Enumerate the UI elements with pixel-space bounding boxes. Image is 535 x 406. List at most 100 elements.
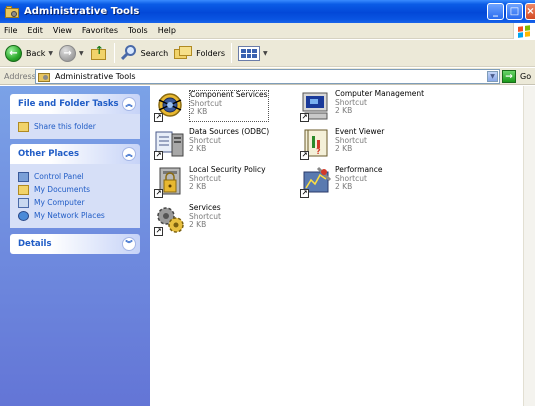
windows-logo-icon bbox=[513, 23, 535, 39]
item-size: 2 KB bbox=[189, 220, 207, 229]
my-computer-icon bbox=[18, 197, 29, 208]
computer-management-icon: ↗ bbox=[300, 90, 332, 122]
forward-arrow-icon: → bbox=[59, 44, 77, 62]
my-documents-icon bbox=[18, 184, 29, 195]
admin-tools-icon bbox=[38, 71, 51, 82]
back-button[interactable]: ← Back ▼ bbox=[2, 42, 56, 65]
forward-dropdown-icon[interactable]: ▼ bbox=[79, 50, 84, 57]
toolbar-separator bbox=[231, 43, 233, 63]
share-folder-label: Share this folder bbox=[34, 122, 96, 131]
up-button[interactable]: ↑ bbox=[87, 42, 111, 65]
share-folder-link[interactable]: Share this folder bbox=[18, 120, 132, 133]
search-button[interactable]: Search bbox=[118, 42, 171, 65]
back-label: Back bbox=[26, 48, 46, 58]
collapse-chevron-icon[interactable]: ︽ bbox=[122, 147, 136, 161]
back-arrow-icon: ← bbox=[5, 44, 22, 62]
search-icon bbox=[120, 45, 137, 61]
details-header[interactable]: Details ︾ bbox=[10, 234, 140, 254]
search-label: Search bbox=[140, 48, 169, 58]
file-folder-tasks-panel: File and Folder Tasks ︽ Share this folde… bbox=[10, 94, 140, 139]
event-viewer-icon: ? ↗ bbox=[300, 128, 332, 160]
shortcut-arrow-icon: ↗ bbox=[300, 113, 309, 122]
views-icon bbox=[238, 45, 261, 61]
other-places-title: Other Places bbox=[18, 149, 79, 159]
go-button[interactable]: → Go bbox=[502, 70, 531, 83]
item-size: 2 KB bbox=[335, 106, 353, 115]
address-dropdown-icon[interactable]: ▼ bbox=[487, 71, 498, 82]
back-dropdown-icon[interactable]: ▼ bbox=[48, 50, 53, 57]
address-label: Address bbox=[4, 71, 36, 81]
menu-edit[interactable]: Edit bbox=[22, 26, 48, 35]
title-bar: Administrative Tools _ □ × bbox=[0, 0, 535, 23]
shortcut-arrow-icon: ↗ bbox=[154, 189, 163, 198]
forward-button[interactable]: → ▼ bbox=[56, 42, 87, 65]
menu-tools[interactable]: Tools bbox=[123, 26, 153, 35]
other-places-header[interactable]: Other Places ︽ bbox=[10, 144, 140, 164]
collapse-chevron-icon[interactable]: ︽ bbox=[122, 97, 136, 111]
my-computer-link[interactable]: My Computer bbox=[18, 196, 132, 209]
details-panel: Details ︾ bbox=[10, 234, 140, 254]
item-event-viewer[interactable]: ? ↗ Event Viewer Shortcut 2 KB bbox=[300, 127, 445, 160]
toolbar-separator bbox=[113, 43, 115, 63]
shortcut-arrow-icon: ↗ bbox=[154, 151, 163, 160]
my-network-places-icon bbox=[18, 210, 29, 221]
menu-help[interactable]: Help bbox=[153, 26, 181, 35]
minimize-button[interactable]: _ bbox=[487, 3, 504, 20]
my-documents-link[interactable]: My Documents bbox=[18, 183, 132, 196]
component-services-icon: ↗ bbox=[154, 90, 186, 122]
my-documents-label: My Documents bbox=[34, 185, 91, 194]
address-value: Administrative Tools bbox=[55, 72, 136, 81]
item-size: 2 KB bbox=[189, 182, 207, 191]
menu-favorites[interactable]: Favorites bbox=[77, 26, 123, 35]
item-size: 2 KB bbox=[335, 182, 353, 191]
expand-chevron-icon[interactable]: ︾ bbox=[122, 237, 136, 251]
shortcut-arrow-icon: ↗ bbox=[300, 151, 309, 160]
control-panel-link[interactable]: Control Panel bbox=[18, 170, 132, 183]
item-data-sources[interactable]: ↗ Data Sources (ODBC) Shortcut 2 KB bbox=[154, 127, 299, 160]
standard-toolbar: ← Back ▼ → ▼ ↑ Search Folders ▼ bbox=[0, 40, 535, 67]
views-button[interactable]: ▼ bbox=[235, 42, 271, 65]
folders-button[interactable]: Folders bbox=[171, 42, 228, 65]
address-bar: Address Administrative Tools ▼ → Go bbox=[0, 68, 535, 85]
data-sources-icon: ↗ bbox=[154, 128, 186, 160]
folder-up-icon: ↑ bbox=[90, 44, 108, 61]
item-services[interactable]: ↗ Services Shortcut 2 KB bbox=[154, 203, 299, 236]
item-component-services[interactable]: ↗ Component Services Shortcut 2 KB bbox=[154, 90, 299, 122]
my-computer-label: My Computer bbox=[34, 198, 85, 207]
window-title: Administrative Tools bbox=[24, 6, 140, 17]
file-folder-tasks-header[interactable]: File and Folder Tasks ︽ bbox=[10, 94, 140, 114]
folders-label: Folders bbox=[196, 48, 226, 58]
details-title: Details bbox=[18, 239, 52, 249]
menu-bar: File Edit View Favorites Tools Help bbox=[0, 23, 535, 39]
admin-tools-icon bbox=[5, 5, 19, 18]
item-computer-management[interactable]: ↗ Computer Management Shortcut 2 KB bbox=[300, 89, 445, 122]
menu-view[interactable]: View bbox=[48, 26, 77, 35]
share-folder-icon bbox=[18, 121, 29, 132]
local-security-policy-icon: ↗ bbox=[154, 166, 186, 198]
performance-icon: ↗ bbox=[300, 166, 332, 198]
item-local-security-policy[interactable]: ↗ Local Security Policy Shortcut 2 KB bbox=[154, 165, 299, 198]
services-icon: ↗ bbox=[154, 204, 186, 236]
shortcut-arrow-icon: ↗ bbox=[154, 113, 163, 122]
item-size: 2 KB bbox=[189, 144, 207, 153]
control-panel-icon bbox=[18, 171, 29, 182]
views-dropdown-icon[interactable]: ▼ bbox=[263, 50, 268, 57]
shortcut-arrow-icon: ↗ bbox=[300, 189, 309, 198]
item-size: 2 KB bbox=[190, 107, 208, 116]
shortcut-arrow-icon: ↗ bbox=[154, 227, 163, 236]
file-folder-tasks-title: File and Folder Tasks bbox=[18, 99, 119, 109]
control-panel-label: Control Panel bbox=[34, 172, 84, 181]
item-performance[interactable]: ↗ Performance Shortcut 2 KB bbox=[300, 165, 445, 198]
file-list-view: ↗ Component Services Shortcut 2 KB ↗ Com… bbox=[150, 86, 523, 406]
my-network-places-link[interactable]: My Network Places bbox=[18, 209, 132, 222]
item-size: 2 KB bbox=[335, 144, 353, 153]
vertical-scrollbar[interactable] bbox=[523, 86, 535, 406]
menu-file[interactable]: File bbox=[0, 26, 22, 35]
close-button[interactable]: × bbox=[525, 3, 535, 20]
address-field[interactable]: Administrative Tools ▼ bbox=[35, 69, 500, 84]
svg-text:?: ? bbox=[316, 147, 321, 156]
task-pane: File and Folder Tasks ︽ Share this folde… bbox=[0, 86, 150, 406]
go-label: Go bbox=[520, 72, 532, 81]
go-arrow-icon: → bbox=[502, 70, 516, 83]
maximize-button[interactable]: □ bbox=[506, 3, 523, 20]
